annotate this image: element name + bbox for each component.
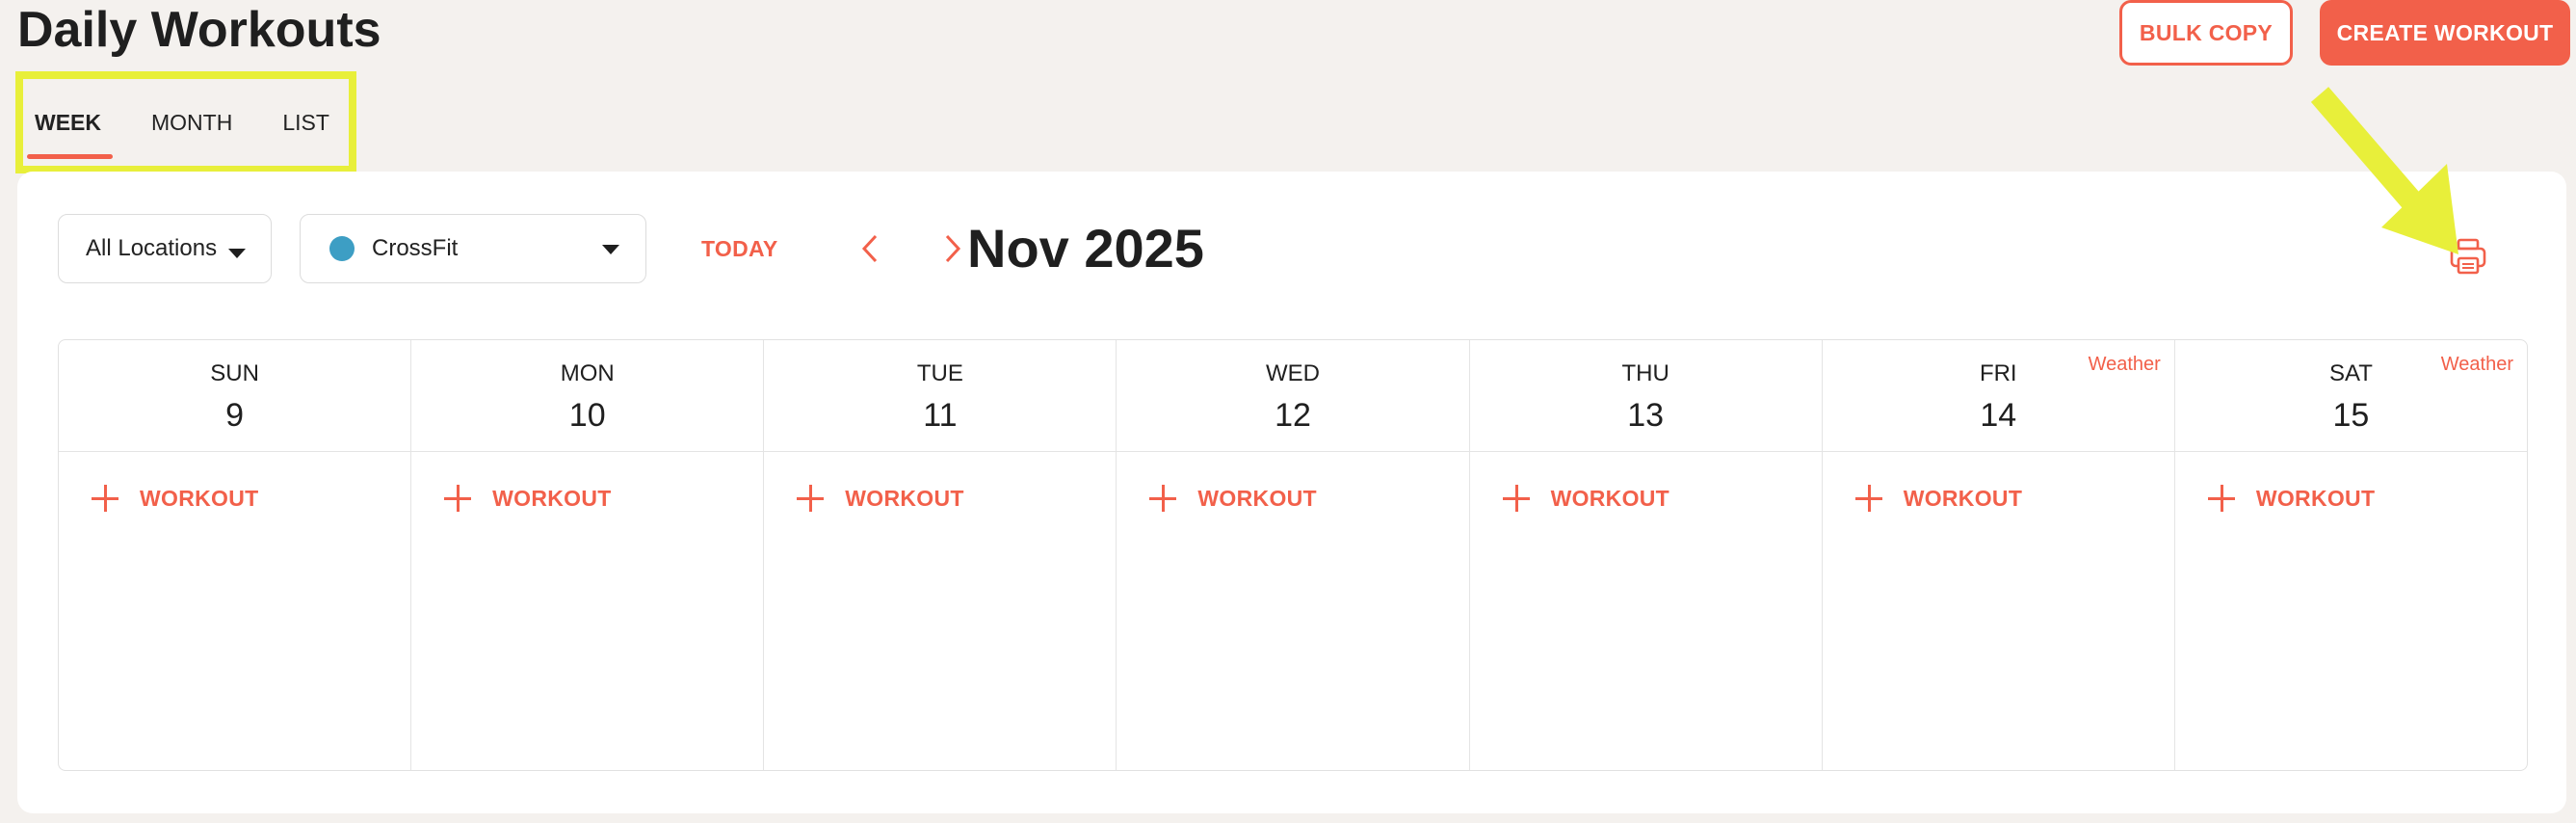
week-calendar: SUN 9 WORKOUT MON 10 WORKOUT TUE 11 WORK… <box>58 339 2528 771</box>
program-select-value: CrossFit <box>372 235 459 261</box>
add-workout-label: WORKOUT <box>1197 485 1317 511</box>
add-workout-button[interactable]: WORKOUT <box>1502 485 1670 512</box>
tab-list[interactable]: LIST <box>278 92 333 153</box>
add-workout-label: WORKOUT <box>845 485 964 511</box>
day-column: MON 10 WORKOUT <box>411 340 765 770</box>
day-header: MON 10 <box>411 340 764 452</box>
add-workout-button[interactable]: WORKOUT <box>1149 485 1317 512</box>
day-header: THU 13 <box>1469 340 1822 452</box>
bulk-copy-button[interactable]: BULK COPY <box>2119 0 2293 66</box>
calendar-toolbar: All Locations CrossFit TODAY Nov 2025 <box>58 214 2547 283</box>
add-workout-label: WORKOUT <box>1550 485 1670 511</box>
day-column: THU 13 WORKOUT <box>1469 340 1823 770</box>
day-header: Weather FRI 14 <box>1822 340 2174 452</box>
day-of-week: TUE <box>916 360 963 386</box>
calendar-card: All Locations CrossFit TODAY Nov 2025 SU… <box>17 172 2566 813</box>
day-number: 12 <box>1275 397 1311 434</box>
add-workout-label: WORKOUT <box>1903 485 2023 511</box>
add-workout-button[interactable]: WORKOUT <box>1854 485 2023 512</box>
caret-down-icon <box>602 245 619 254</box>
day-column: Weather SAT 15 WORKOUT <box>2174 340 2527 770</box>
program-color-dot <box>329 236 355 261</box>
day-header: WED 12 <box>1117 340 1469 452</box>
tab-month[interactable]: MONTH <box>147 92 236 153</box>
plus-icon <box>2207 485 2235 512</box>
caret-down-icon <box>228 249 246 258</box>
day-number: 13 <box>1627 397 1665 434</box>
tab-week[interactable]: WEEK <box>27 92 113 159</box>
view-tabs: WEEK MONTH LIST <box>15 71 356 173</box>
header-actions: BULK COPY CREATE WORKOUT <box>2119 0 2570 66</box>
day-of-week: MON <box>560 360 615 386</box>
weather-link[interactable]: Weather <box>2441 354 2513 376</box>
day-number: 14 <box>1980 397 2017 434</box>
annotation-arrow-icon <box>2310 87 2458 254</box>
plus-icon <box>797 485 825 512</box>
day-number: 15 <box>2332 397 2370 434</box>
day-column: Weather FRI 14 WORKOUT <box>1822 340 2175 770</box>
location-select-value: All Locations <box>86 235 218 261</box>
plus-icon <box>444 485 472 512</box>
current-month-label: Nov 2025 <box>967 218 1204 279</box>
day-of-week: WED <box>1265 360 1320 386</box>
day-number: 11 <box>923 397 958 434</box>
plus-icon <box>92 485 118 512</box>
add-workout-button[interactable]: WORKOUT <box>92 485 258 512</box>
plus-icon <box>1149 485 1177 512</box>
day-column: SUN 9 WORKOUT <box>59 340 412 770</box>
today-button[interactable]: TODAY <box>701 214 777 283</box>
page-title: Daily Workouts <box>17 2 381 58</box>
add-workout-button[interactable]: WORKOUT <box>797 485 963 512</box>
add-workout-label: WORKOUT <box>140 485 259 511</box>
day-number: 9 <box>225 397 245 434</box>
location-select[interactable]: All Locations <box>58 214 272 283</box>
add-workout-label: WORKOUT <box>492 485 612 511</box>
plus-icon <box>1854 485 1882 512</box>
day-header: TUE 11 <box>764 340 1117 452</box>
add-workout-button[interactable]: WORKOUT <box>2207 485 2376 512</box>
plus-icon <box>1502 485 1530 512</box>
day-of-week: THU <box>1621 360 1669 386</box>
day-column: WED 12 WORKOUT <box>1117 340 1470 770</box>
weather-link[interactable]: Weather <box>2089 354 2161 376</box>
day-header: SUN 9 <box>59 340 411 452</box>
day-header: Weather SAT 15 <box>2174 340 2527 452</box>
program-select[interactable]: CrossFit <box>300 214 646 283</box>
day-number: 10 <box>568 397 606 434</box>
day-column: TUE 11 WORKOUT <box>764 340 1117 770</box>
add-workout-button[interactable]: WORKOUT <box>444 485 611 512</box>
chevron-left-icon[interactable] <box>850 227 892 270</box>
add-workout-label: WORKOUT <box>2255 485 2376 511</box>
day-of-week: SUN <box>210 360 259 386</box>
create-workout-button[interactable]: CREATE WORKOUT <box>2320 0 2570 66</box>
